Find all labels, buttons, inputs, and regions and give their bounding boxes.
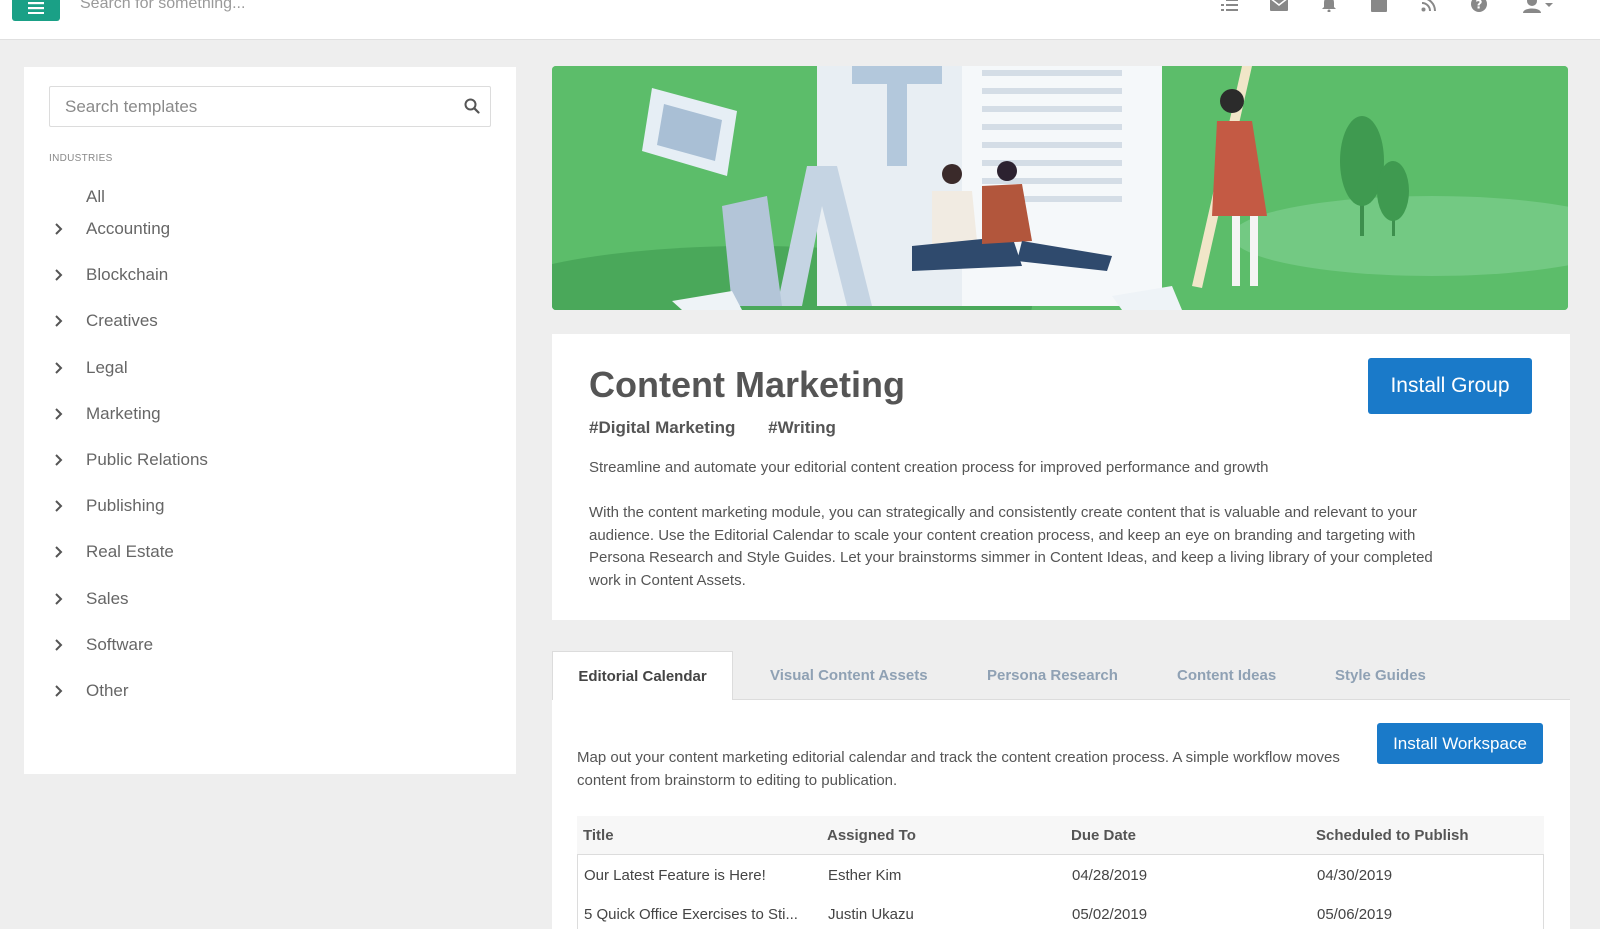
mail-icon[interactable] bbox=[1268, 0, 1290, 14]
tab-visual-content-assets[interactable]: Visual Content Assets bbox=[770, 651, 928, 700]
list-icon[interactable] bbox=[1218, 0, 1240, 14]
search-icon[interactable] bbox=[464, 98, 480, 119]
tab-style-guides[interactable]: Style Guides bbox=[1335, 651, 1426, 700]
group-description: With the content marketing module, you c… bbox=[589, 504, 1433, 589]
industry-label: Creatives bbox=[86, 311, 158, 331]
bell-icon[interactable] bbox=[1318, 0, 1340, 14]
workspace-description: Map out your content marketing editorial… bbox=[577, 749, 1340, 789]
industry-label: Sales bbox=[86, 588, 129, 608]
industry-label: Other bbox=[86, 681, 129, 700]
table-row: 5 Quick Office Exercises to Sti... Justi… bbox=[577, 894, 1544, 929]
user-menu-icon[interactable] bbox=[1520, 0, 1556, 14]
chevron-right-icon[interactable] bbox=[54, 638, 68, 652]
industry-label: Software bbox=[86, 634, 154, 654]
industries-heading: INDUSTRIES bbox=[49, 153, 113, 164]
editorial-calendar-panel: Install Workspace Map out your content m… bbox=[552, 700, 1570, 929]
tag-digital-marketing[interactable]: #Digital Marketing bbox=[589, 418, 735, 437]
industry-all[interactable]: All bbox=[86, 187, 105, 207]
table-header: Title Assigned To Due Date Scheduled to … bbox=[577, 816, 1544, 855]
menu-button[interactable] bbox=[12, 0, 60, 21]
chevron-right-icon[interactable] bbox=[54, 314, 68, 328]
preview-table: Title Assigned To Due Date Scheduled to … bbox=[577, 816, 1544, 929]
industry-item-accounting[interactable]: Accounting bbox=[54, 216, 170, 242]
cell-assigned: Esther Kim bbox=[828, 867, 902, 884]
cell-due-date: 05/02/2019 bbox=[1072, 906, 1148, 923]
group-tags: #Digital Marketing #Writing bbox=[589, 418, 864, 438]
cell-title: Our Latest Feature is Here! bbox=[584, 867, 766, 884]
cell-due-date: 04/28/2019 bbox=[1072, 867, 1148, 884]
global-search-input[interactable]: Search for something... bbox=[80, 0, 245, 13]
industry-label: Publishing bbox=[86, 496, 165, 516]
tab-persona-research[interactable]: Persona Research bbox=[987, 651, 1118, 700]
industry-item-blockchain[interactable]: Blockchain bbox=[54, 262, 168, 288]
template-search-input[interactable] bbox=[50, 87, 450, 126]
group-tagline: Streamline and automate your editorial c… bbox=[589, 459, 1269, 476]
industry-item-other[interactable]: Other bbox=[54, 678, 129, 704]
industry-label: Marketing bbox=[86, 403, 161, 423]
tab-content-ideas[interactable]: Content Ideas bbox=[1177, 651, 1276, 700]
chevron-right-icon[interactable] bbox=[54, 499, 68, 513]
column-header-title: Title bbox=[583, 827, 614, 844]
install-group-button[interactable]: Install Group bbox=[1368, 358, 1532, 414]
industry-item-software[interactable]: Software bbox=[54, 632, 153, 658]
industry-item-sales[interactable]: Sales bbox=[54, 586, 129, 612]
tab-editorial-calendar[interactable]: Editorial Calendar bbox=[552, 651, 733, 701]
tag-writing[interactable]: #Writing bbox=[768, 418, 836, 437]
install-workspace-button[interactable]: Install Workspace bbox=[1377, 723, 1543, 764]
group-info-card: Content Marketing #Digital Marketing #Wr… bbox=[552, 334, 1570, 620]
chevron-right-icon[interactable] bbox=[54, 361, 68, 375]
workspace-tabs: Editorial Calendar Visual Content Assets… bbox=[552, 651, 1570, 701]
group-banner bbox=[552, 66, 1568, 310]
group-title: Content Marketing bbox=[589, 364, 906, 405]
chevron-right-icon[interactable] bbox=[54, 407, 68, 421]
industry-label: Real Estate bbox=[86, 542, 174, 562]
content-marketing-illustration bbox=[552, 66, 1568, 310]
template-sidebar: INDUSTRIES All Accounting Blockchain Creat… bbox=[24, 67, 516, 774]
industry-item-legal[interactable]: Legal bbox=[54, 355, 128, 381]
chevron-right-icon[interactable] bbox=[54, 592, 68, 606]
industry-label: Public Relations bbox=[86, 450, 208, 469]
cell-scheduled: 05/06/2019 bbox=[1317, 906, 1393, 923]
rss-icon[interactable] bbox=[1418, 0, 1440, 14]
table-row: Our Latest Feature is Here! Esther Kim 0… bbox=[577, 855, 1544, 894]
chevron-right-icon[interactable] bbox=[54, 268, 68, 282]
svg-text:?: ? bbox=[1476, 0, 1483, 12]
industry-label: Legal bbox=[86, 357, 128, 377]
top-navbar: Search for something... ? bbox=[0, 0, 1600, 40]
template-search-box bbox=[49, 86, 491, 127]
cell-assigned: Justin Ukazu bbox=[828, 906, 914, 923]
column-header-assigned: Assigned To bbox=[827, 827, 916, 844]
industry-item-marketing[interactable]: Marketing bbox=[54, 401, 161, 427]
chevron-right-icon[interactable] bbox=[54, 684, 68, 698]
industry-item-public-relations[interactable]: Public Relations bbox=[54, 447, 208, 473]
industry-item-creatives[interactable]: Creatives bbox=[54, 308, 158, 334]
column-header-scheduled: Scheduled to Publish bbox=[1316, 827, 1469, 844]
help-icon[interactable]: ? bbox=[1468, 0, 1490, 14]
industry-label: Accounting bbox=[86, 219, 171, 238]
column-header-due-date: Due Date bbox=[1071, 827, 1137, 844]
industry-item-publishing[interactable]: Publishing bbox=[54, 493, 164, 519]
industry-label: Blockchain bbox=[86, 265, 169, 285]
cell-scheduled: 04/30/2019 bbox=[1317, 867, 1393, 884]
chevron-right-icon[interactable] bbox=[54, 222, 68, 236]
chevron-right-icon[interactable] bbox=[54, 453, 68, 467]
hamburger-icon bbox=[28, 2, 44, 14]
chevron-right-icon[interactable] bbox=[54, 545, 68, 559]
cell-title: 5 Quick Office Exercises to Sti... bbox=[584, 906, 798, 923]
industry-item-real-estate[interactable]: Real Estate bbox=[54, 539, 174, 565]
calendar-icon[interactable] bbox=[1368, 0, 1390, 14]
